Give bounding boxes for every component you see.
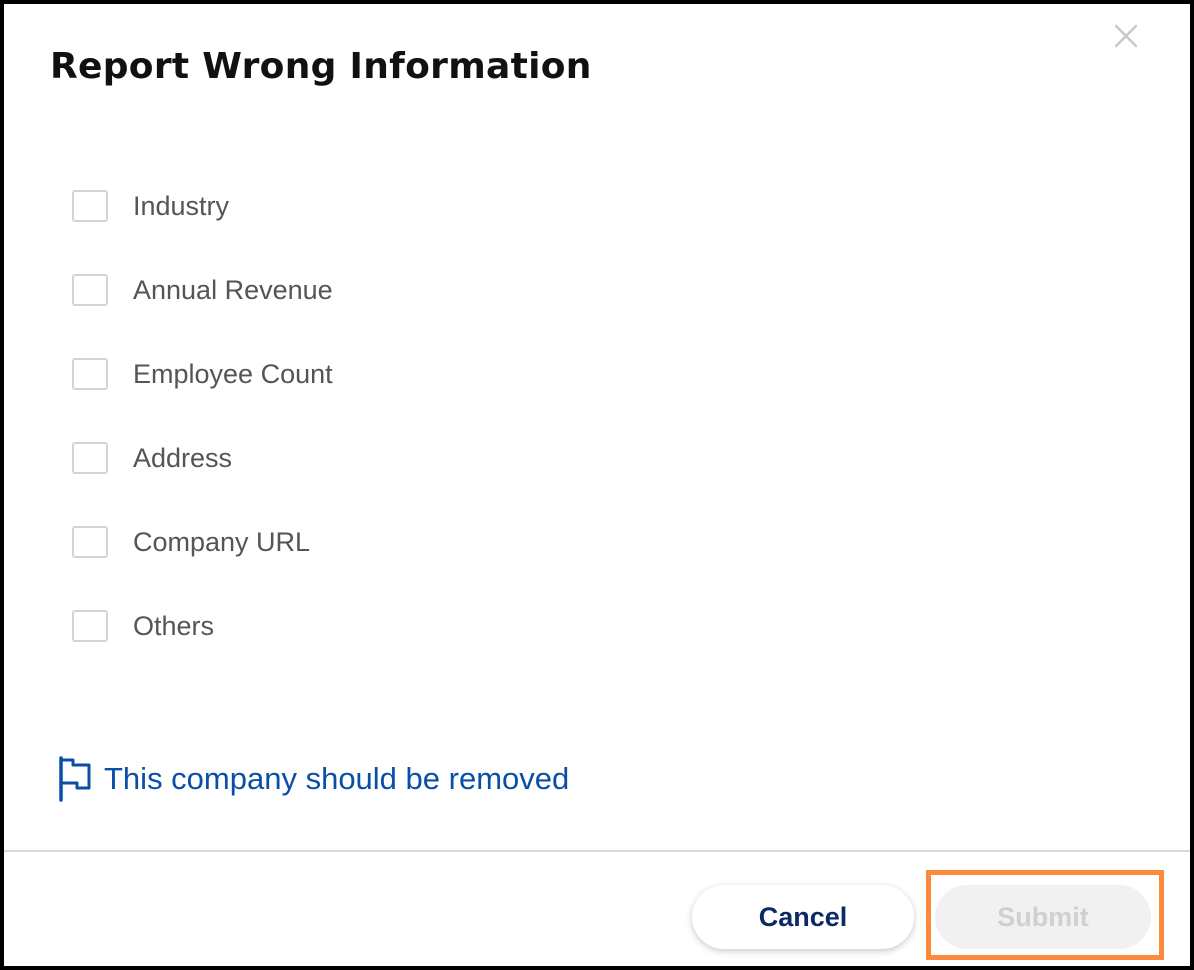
flag-icon [59, 756, 91, 802]
option-address[interactable]: Address [72, 438, 672, 478]
option-annual-revenue[interactable]: Annual Revenue [72, 270, 672, 310]
close-button[interactable] [1110, 20, 1142, 52]
dialog-title: Report Wrong Information [50, 46, 592, 87]
address-checkbox[interactable] [72, 442, 108, 474]
employee-count-checkbox[interactable] [72, 358, 108, 390]
option-label: Employee Count [133, 358, 333, 389]
option-company-url[interactable]: Company URL [72, 522, 672, 562]
industry-checkbox[interactable] [72, 190, 108, 222]
option-employee-count[interactable]: Employee Count [72, 354, 672, 394]
submit-button[interactable]: Submit [935, 885, 1151, 949]
option-industry[interactable]: Industry [72, 186, 672, 226]
remove-company-label: This company should be removed [104, 761, 570, 796]
report-wrong-info-dialog: Report Wrong Information Industry Annual… [0, 0, 1194, 970]
footer-divider [4, 850, 1190, 852]
option-label: Company URL [133, 526, 311, 557]
remove-company-link[interactable]: This company should be removed [56, 754, 569, 804]
company-url-checkbox[interactable] [72, 526, 108, 558]
option-others[interactable]: Others [72, 606, 672, 646]
cancel-button[interactable]: Cancel [692, 885, 914, 949]
close-icon [1114, 24, 1138, 48]
annual-revenue-checkbox[interactable] [72, 274, 108, 306]
others-checkbox[interactable] [72, 610, 108, 642]
option-label: Industry [133, 190, 230, 221]
option-label: Annual Revenue [133, 274, 333, 305]
option-label: Others [133, 610, 215, 641]
option-label: Address [133, 442, 233, 473]
